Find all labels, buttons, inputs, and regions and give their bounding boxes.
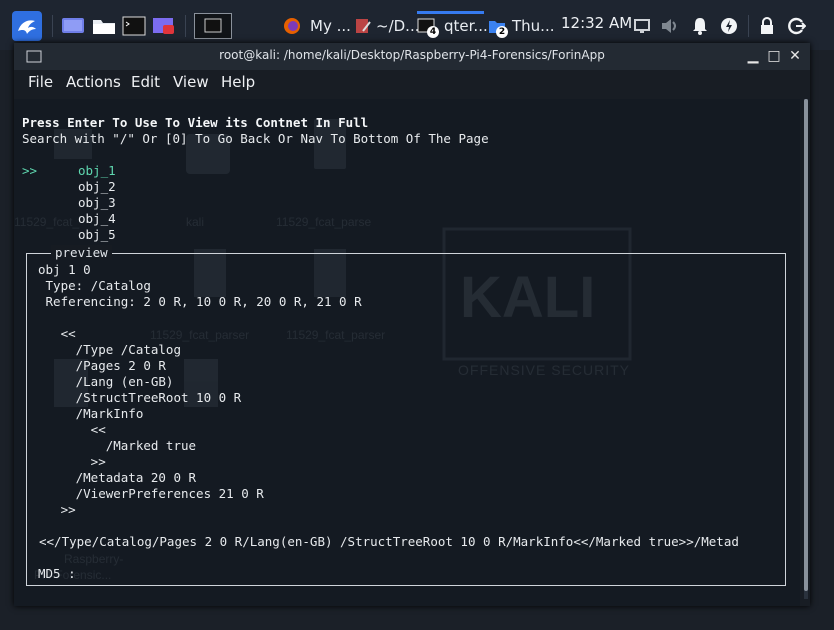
task-label: My ... bbox=[310, 17, 351, 35]
preview-line: /ViewerPreferences 21 0 R bbox=[38, 486, 264, 501]
terminal-scrollbar[interactable] bbox=[804, 99, 808, 599]
task-firefox[interactable]: My ... bbox=[283, 12, 351, 40]
menu-view[interactable]: View bbox=[173, 73, 209, 91]
logout-icon[interactable] bbox=[788, 17, 806, 35]
preview-line: /MarkInfo bbox=[38, 406, 144, 421]
window-title: root@kali: /home/kali/Desktop/Raspberry-… bbox=[219, 48, 605, 62]
screen-recorder-launcher[interactable] bbox=[151, 13, 177, 39]
volume-muted-icon[interactable] bbox=[660, 17, 680, 35]
object-list-item[interactable]: obj_1 bbox=[78, 163, 116, 178]
kali-dragon-icon bbox=[18, 20, 36, 34]
task-label: qter... bbox=[444, 17, 488, 35]
object-list-item[interactable]: obj_5 bbox=[78, 227, 116, 242]
preview-pane: preview obj 1 0 Type: /Catalog Referenci… bbox=[26, 245, 786, 586]
preview-line: << bbox=[38, 422, 106, 437]
preview-line: /StructTreeRoot 10 0 R bbox=[38, 390, 242, 405]
task-file-manager[interactable]: 2 Thu... bbox=[488, 12, 554, 40]
text-editor-icon bbox=[356, 19, 371, 33]
screen-capture-icon bbox=[153, 18, 174, 34]
panel-clock[interactable]: 12:32 AM bbox=[561, 14, 632, 32]
object-list-item[interactable]: obj_2 bbox=[78, 179, 116, 194]
notification-bell-icon[interactable] bbox=[691, 17, 709, 35]
terminal-launcher[interactable] bbox=[121, 13, 147, 39]
selection-cursor: >> bbox=[22, 163, 38, 178]
menu-actions[interactable]: Actions bbox=[66, 73, 121, 91]
panel-separator bbox=[52, 15, 53, 37]
menu-file[interactable]: File bbox=[28, 73, 53, 91]
close-button[interactable]: ✕ bbox=[786, 47, 804, 65]
minimize-button[interactable]: ▁ bbox=[744, 47, 762, 65]
preview-title: preview bbox=[51, 245, 112, 260]
window-count-badge: 2 bbox=[496, 26, 508, 38]
task-qterminal[interactable]: 4 qter... bbox=[417, 11, 488, 40]
raw-object-line: <</Type/Catalog/Pages 2 0 R/Lang(en-GB) … bbox=[39, 534, 739, 549]
preview-line: Referencing: 2 0 R, 10 0 R, 20 0 R, 21 0… bbox=[38, 294, 362, 309]
instruction-line-2: Search with "/" Or [0] To Go Back Or Nav… bbox=[22, 131, 489, 146]
object-list-item[interactable]: obj_4 bbox=[78, 211, 116, 226]
preview-line: /Metadata 20 0 R bbox=[38, 470, 197, 485]
menu-edit[interactable]: Edit bbox=[131, 73, 160, 91]
preview-line: Type: /Catalog bbox=[38, 278, 151, 293]
file-manager-launcher[interactable] bbox=[91, 13, 117, 39]
folder-icon bbox=[93, 20, 115, 34]
kali-menu-button[interactable] bbox=[12, 11, 42, 41]
power-manager-icon[interactable] bbox=[720, 17, 738, 35]
desktop-file-label: 11529_fcat_parse bbox=[276, 215, 372, 229]
menu-help[interactable]: Help bbox=[221, 73, 255, 91]
object-list-item[interactable]: obj_3 bbox=[78, 195, 116, 210]
task-label: Thu... bbox=[512, 17, 555, 35]
preview-line: /Marked true bbox=[38, 438, 197, 453]
preview-line: >> bbox=[38, 454, 106, 469]
lock-screen-icon[interactable] bbox=[758, 17, 776, 35]
scrollbar-thumb[interactable] bbox=[804, 99, 808, 591]
preview-line: /Type /Catalog bbox=[38, 342, 181, 357]
preview-line: << bbox=[38, 326, 76, 341]
window-count-badge: 4 bbox=[427, 26, 439, 38]
preview-line: obj 1 0 bbox=[38, 262, 91, 277]
preview-line: /Pages 2 0 R bbox=[38, 358, 166, 373]
panel-separator bbox=[748, 15, 749, 37]
desktop-icon bbox=[62, 18, 84, 33]
task-text-editor[interactable]: ~/D... bbox=[354, 12, 419, 40]
terminal-icon bbox=[204, 18, 222, 33]
panel-separator bbox=[185, 15, 186, 37]
terminal-icon bbox=[122, 16, 146, 36]
desktop-file-label: 11529_fcat_ bbox=[14, 215, 79, 229]
window-titlebar[interactable]: root@kali: /home/kali/Desktop/Raspberry-… bbox=[14, 43, 810, 70]
menu-bar: File Actions Edit View Help bbox=[14, 70, 810, 96]
display-icon[interactable] bbox=[633, 17, 651, 35]
instruction-line-1: Press Enter To Use To View its Contnet I… bbox=[22, 115, 369, 130]
terminal-view[interactable]: KALI OFFENSIVE SECURITY 11529_fcat_ kali… bbox=[14, 99, 800, 606]
firefox-icon bbox=[284, 18, 300, 34]
qterminal-window: root@kali: /home/kali/Desktop/Raspberry-… bbox=[14, 43, 810, 606]
show-desktop-launcher[interactable] bbox=[60, 13, 86, 39]
task-label: ~/D... bbox=[376, 17, 420, 35]
md5-line: MD5 : bbox=[38, 566, 76, 581]
maximize-button[interactable]: □ bbox=[765, 47, 783, 65]
desktop-file-label: kali bbox=[186, 215, 204, 229]
preview-line: >> bbox=[38, 502, 76, 517]
preview-line: /Lang (en-GB) bbox=[38, 374, 174, 389]
workspace-switcher[interactable] bbox=[194, 13, 232, 39]
